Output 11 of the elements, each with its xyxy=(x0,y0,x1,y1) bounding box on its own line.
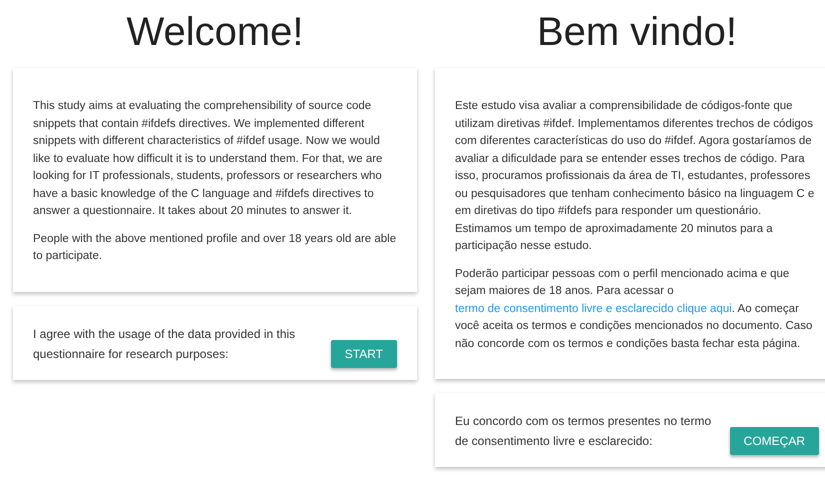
page-heading: Bem vindo! xyxy=(536,9,738,56)
page-heading: Welcome! xyxy=(125,9,305,56)
paragraph: People with the above mentioned profile and over 18 years old are able to participate. xyxy=(33,232,397,264)
start-button[interactable]: COMEÇAR xyxy=(730,427,819,455)
start-button[interactable]: START xyxy=(330,340,397,368)
paragraph: This study aims at evaluating the comprehensibility of source code snippets that contain #ifdefs directives. We implemented different snippets with different characteristics of #ifdef usage. Now we would like to evaluate how difficult it is to understand them. For that, we are looking for IT professionals, students, professors or researchers who have a basic knowledge of the C language and #ifdefs directives to answer a questionnaire. It takes about 20 minutes to answer it. xyxy=(33,99,384,219)
paragraph: Este estudo visa avaliar a comprensibilidade de códigos-fonte que utilizam diretivas #ifdef. Implementamos diferentes trechos de códigos com diferentes características do uso do #ifdef. Agora gostaríamos de avaliar a dificuldade para se entender esses trechos de código. Para isso, procuramos profissionais da área de TI, estudantes, professores ou pesquisadores que tenham conhecimento básico na linguagem C e em diretivas do tipo #ifdefs para responder um questionário. Estimamos um tempo de aproximadamente 20 minutos para a participação nesse estudo. xyxy=(455,99,816,254)
consent-link[interactable]: termo de consentimento livre e esclarecido clique aqui xyxy=(455,302,732,314)
consent-text: I agree with the usage of the data provided in this questionnaire for research purposes: xyxy=(33,326,296,362)
paragraph: Poderão participar pessoas com o perfil mencionado acima e que sejam maiores de 18 anos. Para acessar o termo de consentimento livre e esclarecido clique aqui. Ao começar você aceita os termos e condições mencionados no documento. Caso não concorde com os termos e condições basta fechar esta página. xyxy=(455,266,814,352)
consent-text: Eu concordo com os termos presentes no termo de consentimento livre e esclarecido: xyxy=(455,413,712,450)
